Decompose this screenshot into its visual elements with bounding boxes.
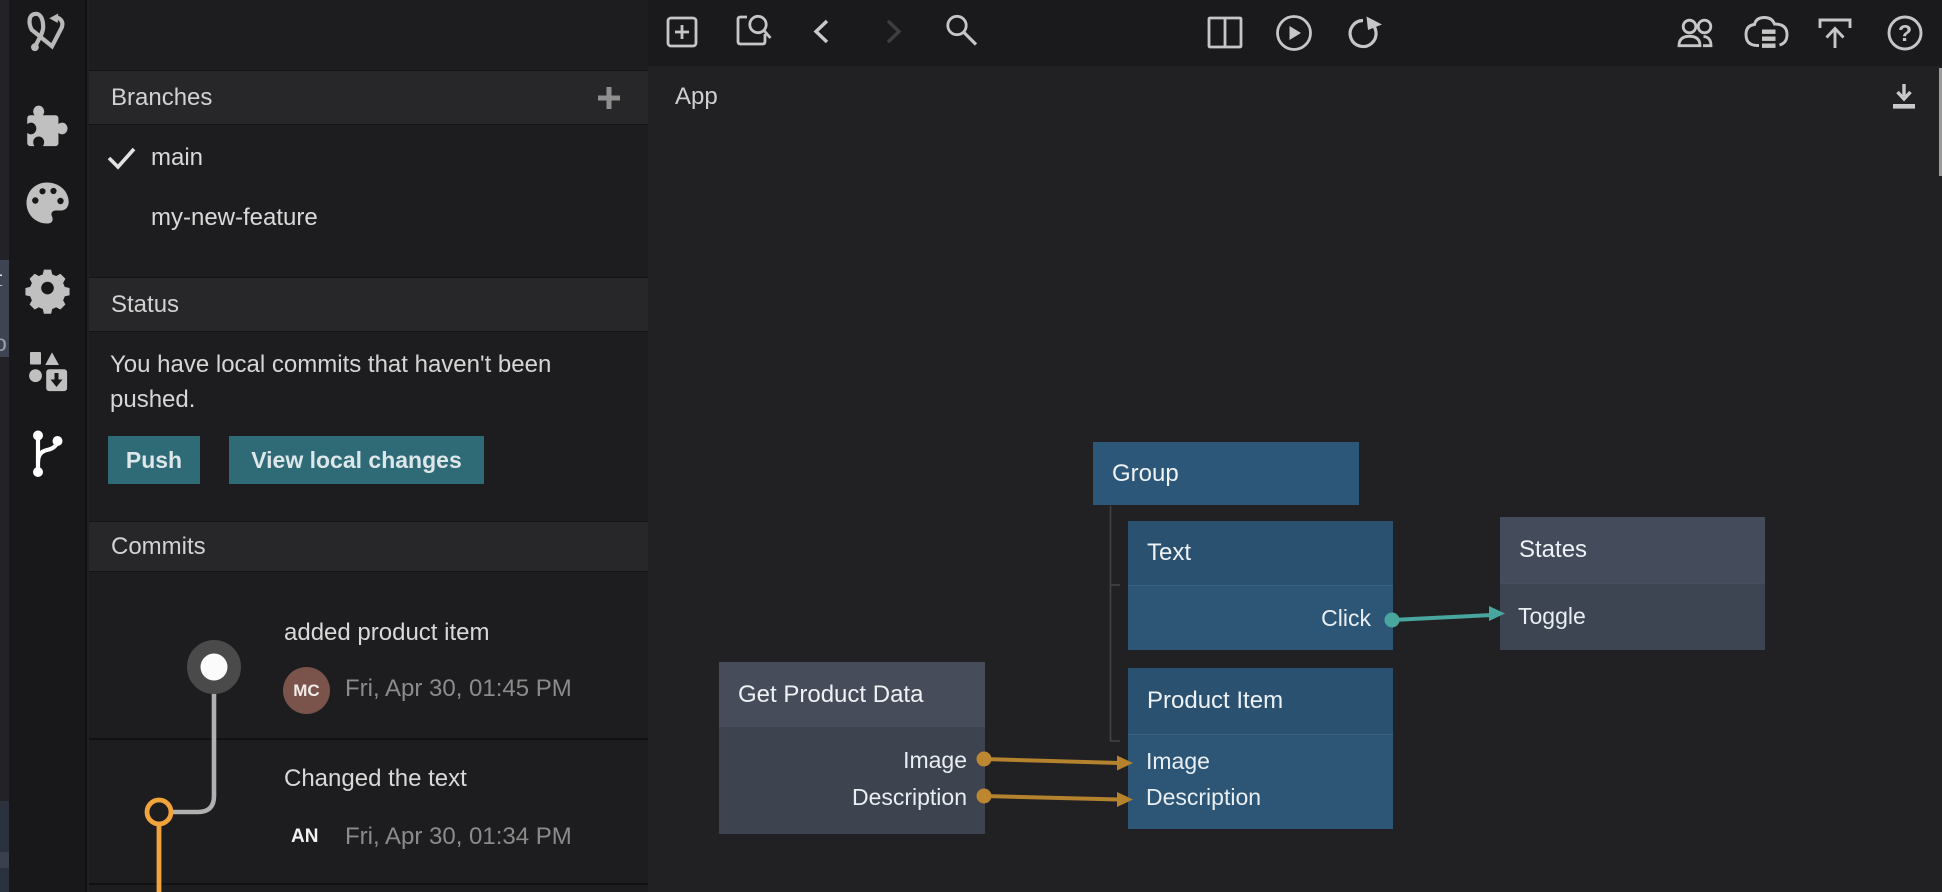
- svg-text:?: ?: [1898, 20, 1912, 46]
